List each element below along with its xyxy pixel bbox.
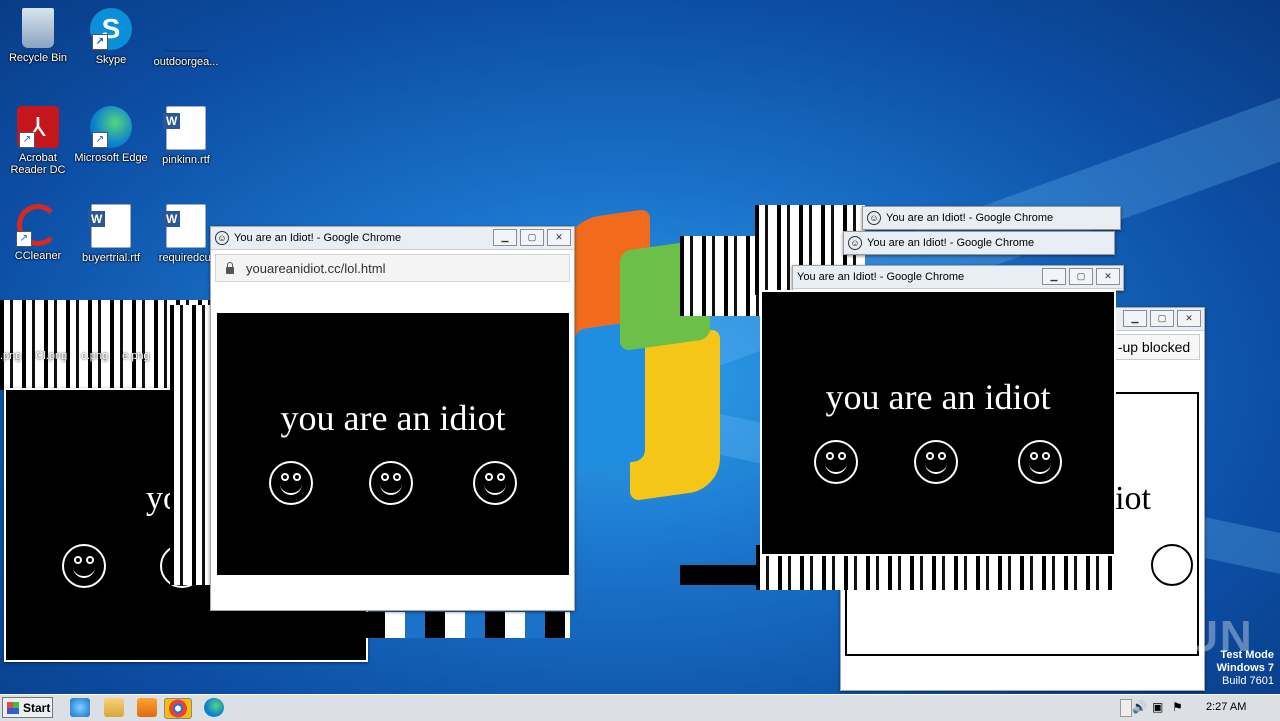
idiot-content-panel-right: you are an idiot [760, 290, 1116, 556]
desktop-icon-label: buyertrial.rtf [81, 252, 141, 264]
window-titlebar[interactable]: ☺ You are an Idiot! - Google Chrome [844, 232, 1114, 254]
smiley-icon [473, 461, 517, 505]
desktop-icon-label: Microsoft Edge [74, 152, 148, 164]
maximize-button[interactable]: ▢ [1150, 310, 1174, 327]
window-titlebar[interactable]: ☺ You are an Idiot! - Google Chrome [863, 207, 1120, 229]
smiley-icon [1151, 544, 1193, 586]
shortcut-arrow-icon: ↗ [92, 132, 108, 148]
smiley-icon [1018, 440, 1062, 484]
word-document-icon: W [163, 204, 206, 248]
action-center-flag-icon[interactable]: ⚑ [1172, 700, 1183, 714]
smiley-icon [914, 440, 958, 484]
edge-icon: ↗ [90, 106, 132, 148]
close-button[interactable]: ✕ [1096, 268, 1120, 285]
lock-icon [226, 261, 234, 274]
chrome-window-stack-second[interactable]: ☺ You are an Idiot! - Google Chrome [843, 231, 1115, 255]
chrome-taskbar-icon[interactable] [164, 698, 192, 719]
test-mode-watermark: Test Mode Windows 7 Build 7601 [1217, 649, 1274, 688]
glitch-trail [365, 612, 570, 638]
idiot-message: you are an idiot [280, 398, 506, 438]
chrome-window-stack-top[interactable]: ☺ You are an Idiot! - Google Chrome [862, 206, 1121, 230]
smiley-icon [269, 461, 313, 505]
clock[interactable]: 2:27 AM [1206, 701, 1246, 713]
chrome-window-main[interactable]: ☺ You are an Idiot! - Google Chrome ▁ ▢ … [210, 226, 575, 611]
smiley-favicon-icon: ☺ [215, 231, 229, 245]
desktop-icon-label: outdoorgea... [153, 56, 219, 68]
url-text: youareanidiot.cc/lol.html [246, 260, 386, 276]
ccleaner-icon: ↗ [16, 204, 59, 247]
window-title: You are an Idiot! - Google Chrome [886, 212, 1054, 224]
shortcut-arrow-icon: ↗ [92, 34, 108, 50]
window-title: You are an Idiot! - Google Chrome [234, 232, 402, 244]
recycle-bin-icon [22, 8, 54, 48]
file-icon [164, 8, 208, 52]
minimize-button[interactable]: ▁ [1042, 268, 1066, 285]
skype-icon: S ↗ [90, 8, 132, 50]
desktop-icon-acrobat[interactable]: ⅄ ↗ Acrobat Reader DC [0, 106, 76, 176]
smiley-icon [369, 461, 413, 505]
minimize-button[interactable]: ▁ [493, 229, 517, 246]
shortcut-arrow-icon: ↗ [19, 132, 35, 148]
glitch-trail [680, 236, 760, 316]
word-document-icon: W [163, 106, 206, 150]
file-label: e.png [122, 350, 150, 362]
popup-blocked-indicator[interactable]: -up blocked [1108, 334, 1200, 360]
smiley-icon [814, 440, 858, 484]
png-file-labels: .png Cl.png c.png e.png [0, 350, 160, 364]
maximize-button[interactable]: ▢ [520, 229, 544, 246]
desktop-icon-label: Skype [95, 54, 127, 66]
internet-explorer-icon[interactable] [70, 698, 90, 717]
minimize-button[interactable]: ▁ [1123, 310, 1147, 327]
window-title: You are an Idiot! - Google Chrome [797, 271, 965, 283]
word-document-icon: W [88, 204, 131, 248]
watermark-line: Build 7601 [1222, 675, 1274, 687]
show-hidden-icons-button[interactable] [1120, 699, 1132, 717]
window-titlebar[interactable]: ☺ You are an Idiot! - Google Chrome ▁ ▢ … [211, 227, 574, 250]
edge-taskbar-icon[interactable] [204, 698, 224, 717]
acrobat-icon: ⅄ ↗ [17, 106, 59, 148]
desktop-icon-pinkinn[interactable]: W pinkinn.rtf [148, 106, 224, 166]
smiley-favicon-icon: ☺ [867, 211, 881, 225]
desktop-icon-label: CCleaner [14, 250, 62, 262]
network-icon[interactable]: ▣ [1152, 700, 1163, 714]
glitch-trail [170, 305, 215, 585]
desktop-icon-skype[interactable]: S ↗ Skype [73, 8, 149, 66]
file-label: c.png [81, 350, 109, 362]
smiley-icon [62, 544, 106, 588]
desktop-icon-outdoorgea[interactable]: outdoorgea... [148, 8, 224, 68]
desktop-icon-buyertrial[interactable]: W buyertrial.rtf [73, 204, 149, 264]
media-player-icon[interactable] [137, 698, 157, 717]
taskbar: Start 🔊 ▣ ⚑ 2:27 AM [0, 694, 1280, 721]
idiot-message: you are an idiot [825, 377, 1051, 417]
volume-icon[interactable]: 🔊 [1132, 700, 1147, 714]
file-label: .png [0, 350, 22, 362]
desktop-icon-label: pinkinn.rtf [162, 154, 210, 166]
desktop-icon-edge[interactable]: ↗ Microsoft Edge [73, 106, 149, 164]
shortcut-arrow-icon: ↗ [16, 231, 32, 247]
idiot-partial-message: iot [1115, 480, 1151, 517]
smiley-favicon-icon: ☺ [848, 236, 862, 250]
start-button[interactable]: Start [2, 697, 53, 718]
address-bar[interactable]: youareanidiot.cc/lol.html [215, 254, 570, 282]
maximize-button[interactable]: ▢ [1069, 268, 1093, 285]
desktop-icon-ccleaner[interactable]: ↗ CCleaner [0, 204, 76, 262]
window-title: You are an Idiot! - Google Chrome [867, 237, 1035, 249]
glitch-trail [680, 565, 760, 585]
system-tray: 🔊 ▣ ⚑ 2:27 AM [1120, 695, 1280, 721]
desktop-icon-label: Acrobat Reader DC [10, 152, 66, 176]
chrome-window-right[interactable]: You are an Idiot! - Google Chrome ▁ ▢ ✕ [792, 265, 1124, 291]
close-button[interactable]: ✕ [547, 229, 571, 246]
watermark-line: Test Mode [1220, 649, 1274, 661]
file-label: Cl.png [35, 350, 68, 362]
close-button[interactable]: ✕ [1177, 310, 1201, 327]
desktop-icon-label: Recycle Bin [8, 52, 68, 64]
watermark-line: Windows 7 [1216, 662, 1274, 674]
desktop-icon-recycle-bin[interactable]: Recycle Bin [0, 8, 76, 64]
window-titlebar[interactable]: You are an Idiot! - Google Chrome ▁ ▢ ✕ [793, 266, 1123, 289]
file-explorer-icon[interactable] [104, 698, 124, 717]
idiot-content-panel: you are an idiot [217, 313, 569, 575]
